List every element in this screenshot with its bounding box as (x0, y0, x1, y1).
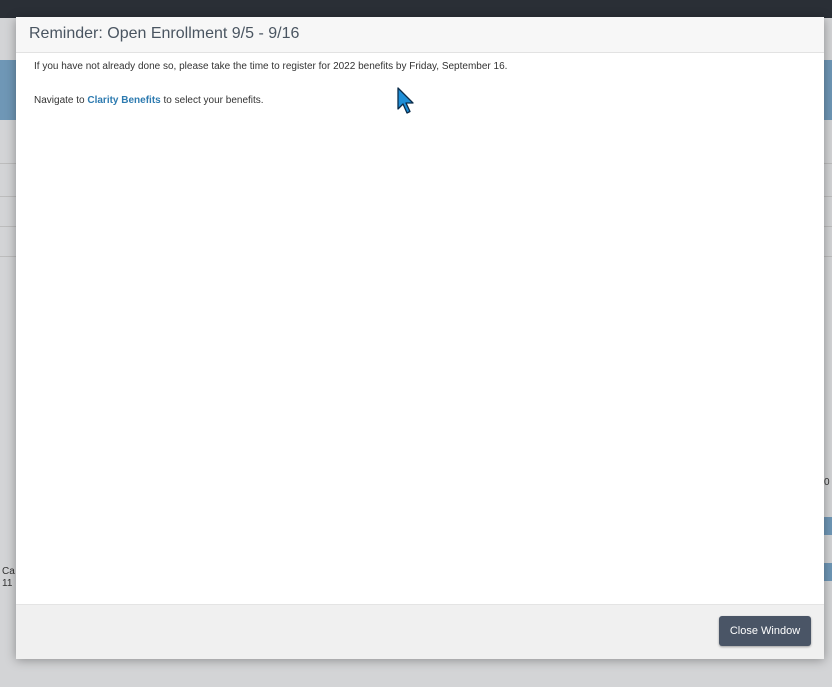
navigate-prefix: Navigate to (34, 95, 88, 106)
navigate-message: Navigate to Clarity Benefits to select y… (34, 94, 264, 107)
dialog-title: Reminder: Open Enrollment 9/5 - 9/16 (29, 25, 300, 42)
clarity-benefits-link[interactable]: Clarity Benefits (87, 95, 160, 106)
navigate-suffix: to select your benefits. (160, 95, 264, 106)
mouse-pointer-icon (397, 87, 414, 114)
background-text: 11 (2, 578, 13, 589)
app-top-bar (0, 0, 832, 18)
background-text: Ca (2, 566, 15, 577)
reminder-message: If you have not already done so, please … (34, 61, 508, 72)
close-window-button[interactable]: Close Window (719, 616, 811, 646)
dialog-footer: Close Window (16, 604, 824, 659)
background-text: 0 (824, 477, 830, 488)
dialog-body: If you have not already done so, please … (16, 53, 824, 603)
open-enrollment-dialog: Reminder: Open Enrollment 9/5 - 9/16 If … (16, 17, 824, 659)
dialog-header: Reminder: Open Enrollment 9/5 - 9/16 (16, 17, 824, 53)
